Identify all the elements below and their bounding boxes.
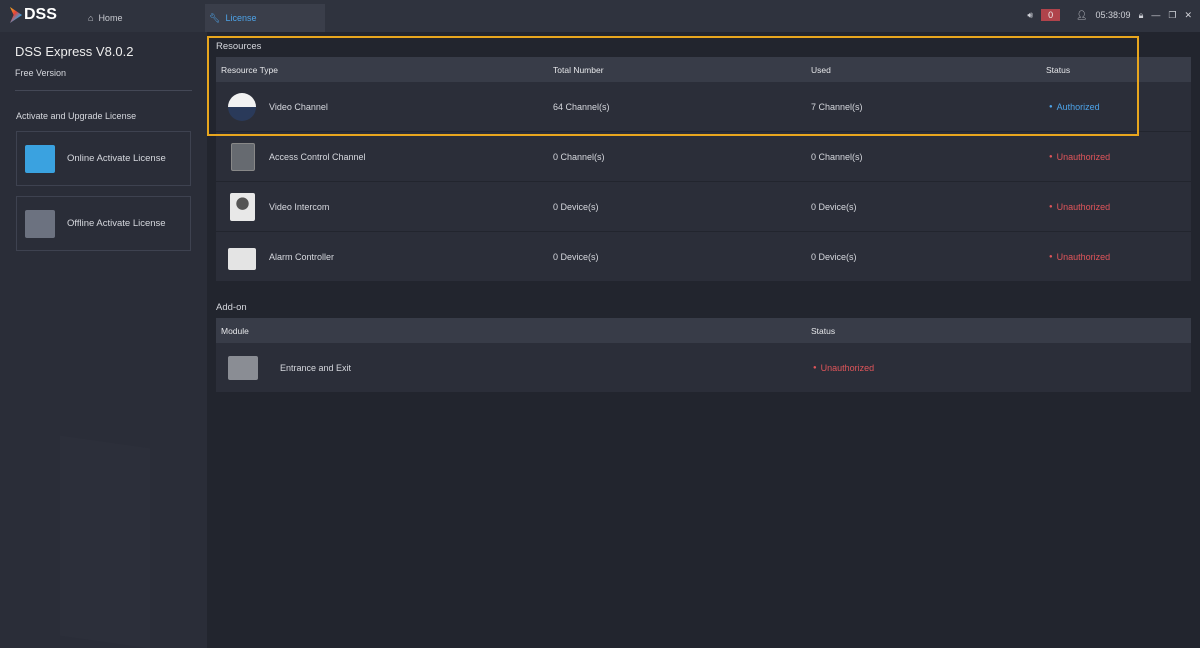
product-title: DSS Express V8.0.2: [15, 44, 134, 59]
resource-type: Video Intercom: [269, 201, 330, 212]
alarm-count-badge[interactable]: 0: [1041, 9, 1061, 21]
clock-time: 05:38:09: [1095, 10, 1131, 20]
table-header: Resource Type Total Number Used Status: [216, 57, 1191, 82]
wrench-icon: 🔧︎: [209, 12, 221, 23]
tab-license[interactable]: 🔧︎ License: [205, 4, 325, 32]
resources-title: Resources: [216, 41, 262, 52]
table-row: Entrance and Exit Unauthorized: [216, 343, 1191, 393]
offline-activate-label: Offline Activate License: [67, 218, 166, 229]
home-icon: ⌂: [88, 13, 94, 23]
addon-title: Add-on: [216, 302, 247, 313]
total-number: 0 Device(s): [553, 201, 599, 212]
alarm-controller-icon: [228, 248, 256, 270]
tab-home[interactable]: ⌂ Home: [88, 4, 122, 32]
sidebar: DSS Express V8.0.2 Free Version Activate…: [0, 32, 207, 648]
col-status: Status: [811, 325, 836, 336]
online-activate-label: Online Activate License: [67, 153, 166, 164]
used-number: 0 Channel(s): [811, 151, 863, 162]
restore-icon[interactable]: ❐: [1168, 10, 1176, 21]
resource-type: Alarm Controller: [269, 251, 335, 262]
resources-table: Resource Type Total Number Used Status V…: [216, 57, 1191, 282]
col-module: Module: [221, 325, 249, 336]
table-row: Access Control Channel 0 Channel(s) 0 Ch…: [216, 132, 1191, 182]
total-number: 64 Channel(s): [553, 101, 610, 112]
online-activate-button[interactable]: Online Activate License: [16, 131, 191, 186]
resource-type: Video Channel: [269, 101, 328, 112]
used-number: 0 Device(s): [811, 251, 857, 262]
speaker-icon[interactable]: 🔊︎: [1027, 10, 1033, 21]
col-total: Total Number: [553, 64, 604, 75]
user-icon[interactable]: 👤︎: [1076, 10, 1087, 21]
camera-icon: [228, 93, 256, 121]
addon-table: Module Status Entrance and Exit Unauthor…: [216, 318, 1191, 393]
divider: [15, 90, 192, 91]
close-icon[interactable]: ✕: [1184, 10, 1192, 21]
status-badge: Unauthorized: [813, 343, 875, 392]
status-badge: Authorized: [1049, 82, 1100, 131]
background-decoration: [60, 435, 150, 648]
total-number: 0 Channel(s): [553, 151, 605, 162]
edition-label: Free Version: [15, 68, 67, 78]
status-badge: Unauthorized: [1049, 232, 1111, 281]
table-header: Module Status: [216, 318, 1191, 343]
offline-activate-button[interactable]: Offline Activate License: [16, 196, 191, 251]
tab-license-label: License: [225, 13, 257, 23]
status-badge: Unauthorized: [1049, 132, 1111, 181]
top-bar: DSS ⌂ Home 🔧︎ License 🔊︎ 0 👤︎ 05:38:09 🔒︎ …: [0, 0, 1200, 32]
resource-type: Access Control Channel: [269, 151, 366, 162]
used-number: 7 Channel(s): [811, 101, 863, 112]
offline-license-icon: [25, 209, 55, 238]
status-badge: Unauthorized: [1049, 182, 1111, 231]
dss-logo: DSS: [10, 6, 57, 24]
intercom-icon: [230, 193, 255, 221]
table-row: Alarm Controller 0 Device(s) 0 Device(s)…: [216, 232, 1191, 282]
total-number: 0 Device(s): [553, 251, 599, 262]
minimize-icon[interactable]: —: [1151, 10, 1160, 20]
tab-home-label: Home: [98, 13, 123, 23]
online-license-icon: [25, 144, 55, 173]
logo-text: DSS: [24, 6, 57, 23]
table-row: Video Intercom 0 Device(s) 0 Device(s) U…: [216, 182, 1191, 232]
col-resource-type: Resource Type: [221, 64, 279, 75]
door-icon: [231, 143, 255, 171]
table-row: Video Channel 64 Channel(s) 7 Channel(s)…: [216, 82, 1191, 132]
lock-icon[interactable]: 🔒︎: [1139, 10, 1144, 21]
module-name: Entrance and Exit: [280, 362, 352, 373]
col-used: Used: [811, 64, 831, 75]
used-number: 0 Device(s): [811, 201, 857, 212]
col-status: Status: [1046, 64, 1071, 75]
barrier-icon: [228, 356, 258, 380]
section-label: Activate and Upgrade License: [16, 111, 137, 121]
